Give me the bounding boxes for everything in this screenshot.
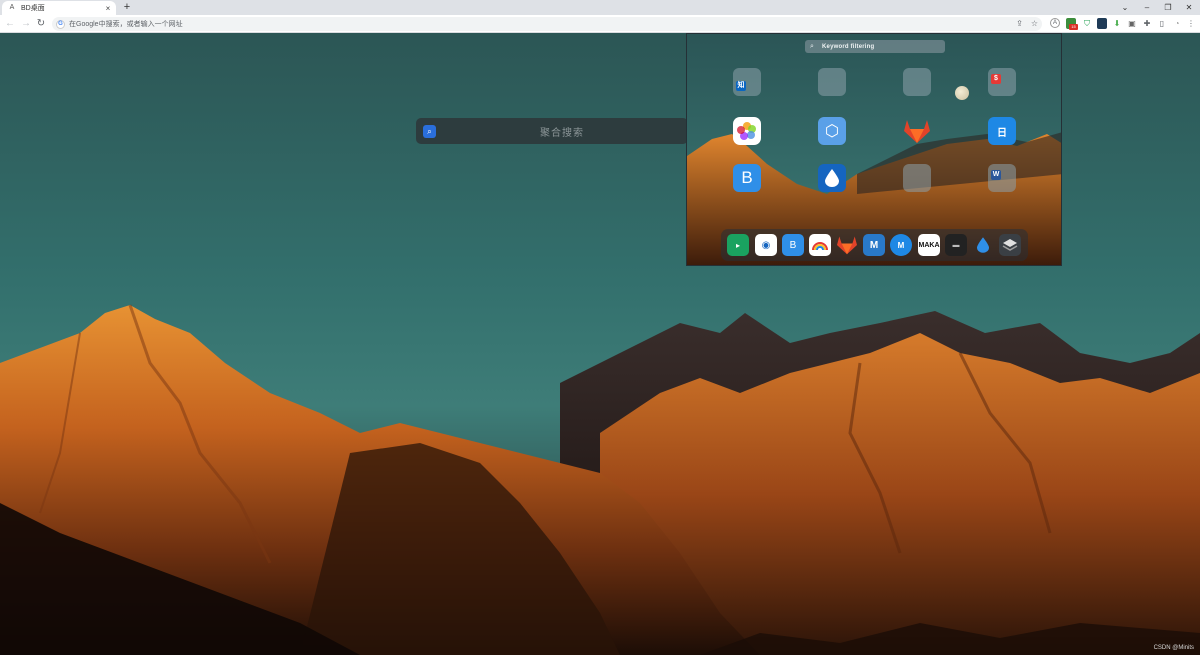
profile-icon[interactable]: ◔ bbox=[1172, 18, 1182, 29]
chat-icon[interactable]: M bbox=[890, 234, 912, 256]
cube-app-icon[interactable]: ⬡ bbox=[818, 117, 846, 145]
address-bar[interactable]: G 在Google中搜索，或者输入一个网址 ⇪ ☆ bbox=[52, 17, 1042, 31]
tab-strip: A BD桌面 × + ⌄ – ❐ ✕ bbox=[0, 0, 1200, 15]
google-icon: G bbox=[56, 19, 65, 29]
image-extension-icon[interactable]: ▣ bbox=[1127, 18, 1137, 29]
search-placeholder: 聚合搜索 bbox=[540, 127, 584, 139]
side-panel-icon[interactable]: ▯ bbox=[1157, 18, 1167, 29]
search-icon: ⌕ bbox=[810, 43, 814, 50]
close-window-button[interactable]: ✕ bbox=[1178, 0, 1200, 15]
drop-app-icon[interactable] bbox=[818, 164, 846, 192]
keyword-filter-input[interactable]: ⌕ Keyword filtering bbox=[805, 40, 945, 53]
gitlab-dock-icon[interactable] bbox=[836, 234, 858, 256]
reload-button[interactable]: ↻ bbox=[34, 17, 48, 31]
watermark: CSDN @Minits bbox=[1153, 645, 1194, 651]
browser-toolbar: ← → ↻ G 在Google中搜索，或者输入一个网址 ⇪ ☆ A 15 ⛉ ⬇… bbox=[0, 15, 1200, 33]
back-button[interactable]: ← bbox=[3, 17, 17, 31]
rainbow-icon[interactable] bbox=[809, 234, 831, 256]
extensions-puzzle-icon[interactable]: ✚ bbox=[1142, 18, 1152, 29]
tab-close-icon[interactable]: × bbox=[104, 4, 112, 13]
dark-app-icon[interactable]: ▬ bbox=[945, 234, 967, 256]
b-app-icon[interactable]: B bbox=[733, 164, 761, 192]
search-engine-icon[interactable]: ⌕ bbox=[423, 124, 436, 138]
dark-extension-icon[interactable] bbox=[1097, 18, 1107, 29]
download-extension-icon[interactable]: ⬇ bbox=[1112, 18, 1122, 29]
layers-icon[interactable] bbox=[999, 234, 1021, 256]
folder-zhihu-icon[interactable]: 知 bbox=[733, 68, 761, 96]
browser-window: A BD桌面 × + ⌄ – ❐ ✕ ← → ↻ G 在Google中搜索，或者… bbox=[0, 0, 1200, 655]
folder-github-icon[interactable] bbox=[818, 68, 846, 96]
profile-avatar-icon[interactable]: A bbox=[1050, 18, 1060, 28]
folder-finance-icon[interactable]: $ bbox=[988, 68, 1016, 96]
bookmark-star-icon[interactable]: ☆ bbox=[1031, 18, 1038, 30]
forward-button[interactable]: → bbox=[19, 17, 33, 31]
maka-icon[interactable]: MAKA bbox=[918, 234, 940, 256]
menu-dots-icon[interactable]: ⋮ bbox=[1186, 18, 1196, 29]
drop-dock-icon[interactable] bbox=[972, 234, 994, 256]
calendar-app-icon[interactable]: 日 bbox=[988, 117, 1016, 145]
shield-extension-icon[interactable]: ⛉ bbox=[1082, 18, 1092, 29]
app-dock: ▸ ◉ B M M MAKA ▬ bbox=[721, 229, 1028, 261]
tab-bd-desktop[interactable]: A BD桌面 × bbox=[2, 1, 116, 15]
tab-title: BD桌面 bbox=[21, 5, 45, 12]
b-dock-icon[interactable]: B bbox=[782, 234, 804, 256]
files-icon[interactable]: ▸ bbox=[727, 234, 749, 256]
app-launcher-panel: ⌕ Keyword filtering 知 $ ⬡ 日 B W ▸ ◉ B M … bbox=[686, 33, 1062, 266]
folder-apps-1-icon[interactable] bbox=[903, 68, 931, 96]
photos-icon[interactable] bbox=[733, 117, 761, 145]
aggregate-search-bar[interactable]: ⌕ 聚合搜索 bbox=[416, 118, 688, 144]
address-placeholder: 在Google中搜索，或者输入一个网址 bbox=[69, 21, 183, 28]
tab-search-icon[interactable]: ⌄ bbox=[1114, 0, 1136, 15]
folder-apps-2-icon[interactable] bbox=[903, 164, 931, 192]
filter-placeholder: Keyword filtering bbox=[822, 43, 875, 50]
new-tab-button[interactable]: + bbox=[121, 1, 133, 14]
folder-office-icon[interactable]: W bbox=[988, 164, 1016, 192]
gitlab-icon[interactable] bbox=[903, 117, 931, 145]
extension-badge: 15 bbox=[1069, 24, 1078, 30]
moon-icon bbox=[955, 86, 969, 100]
minimize-button[interactable]: – bbox=[1136, 0, 1158, 15]
m-icon[interactable]: M bbox=[863, 234, 885, 256]
tab-favicon-icon: A bbox=[9, 4, 15, 11]
restore-button[interactable]: ❐ bbox=[1157, 0, 1179, 15]
share-icon[interactable]: ⇪ bbox=[1016, 18, 1023, 30]
qq-icon[interactable]: ◉ bbox=[755, 234, 777, 256]
